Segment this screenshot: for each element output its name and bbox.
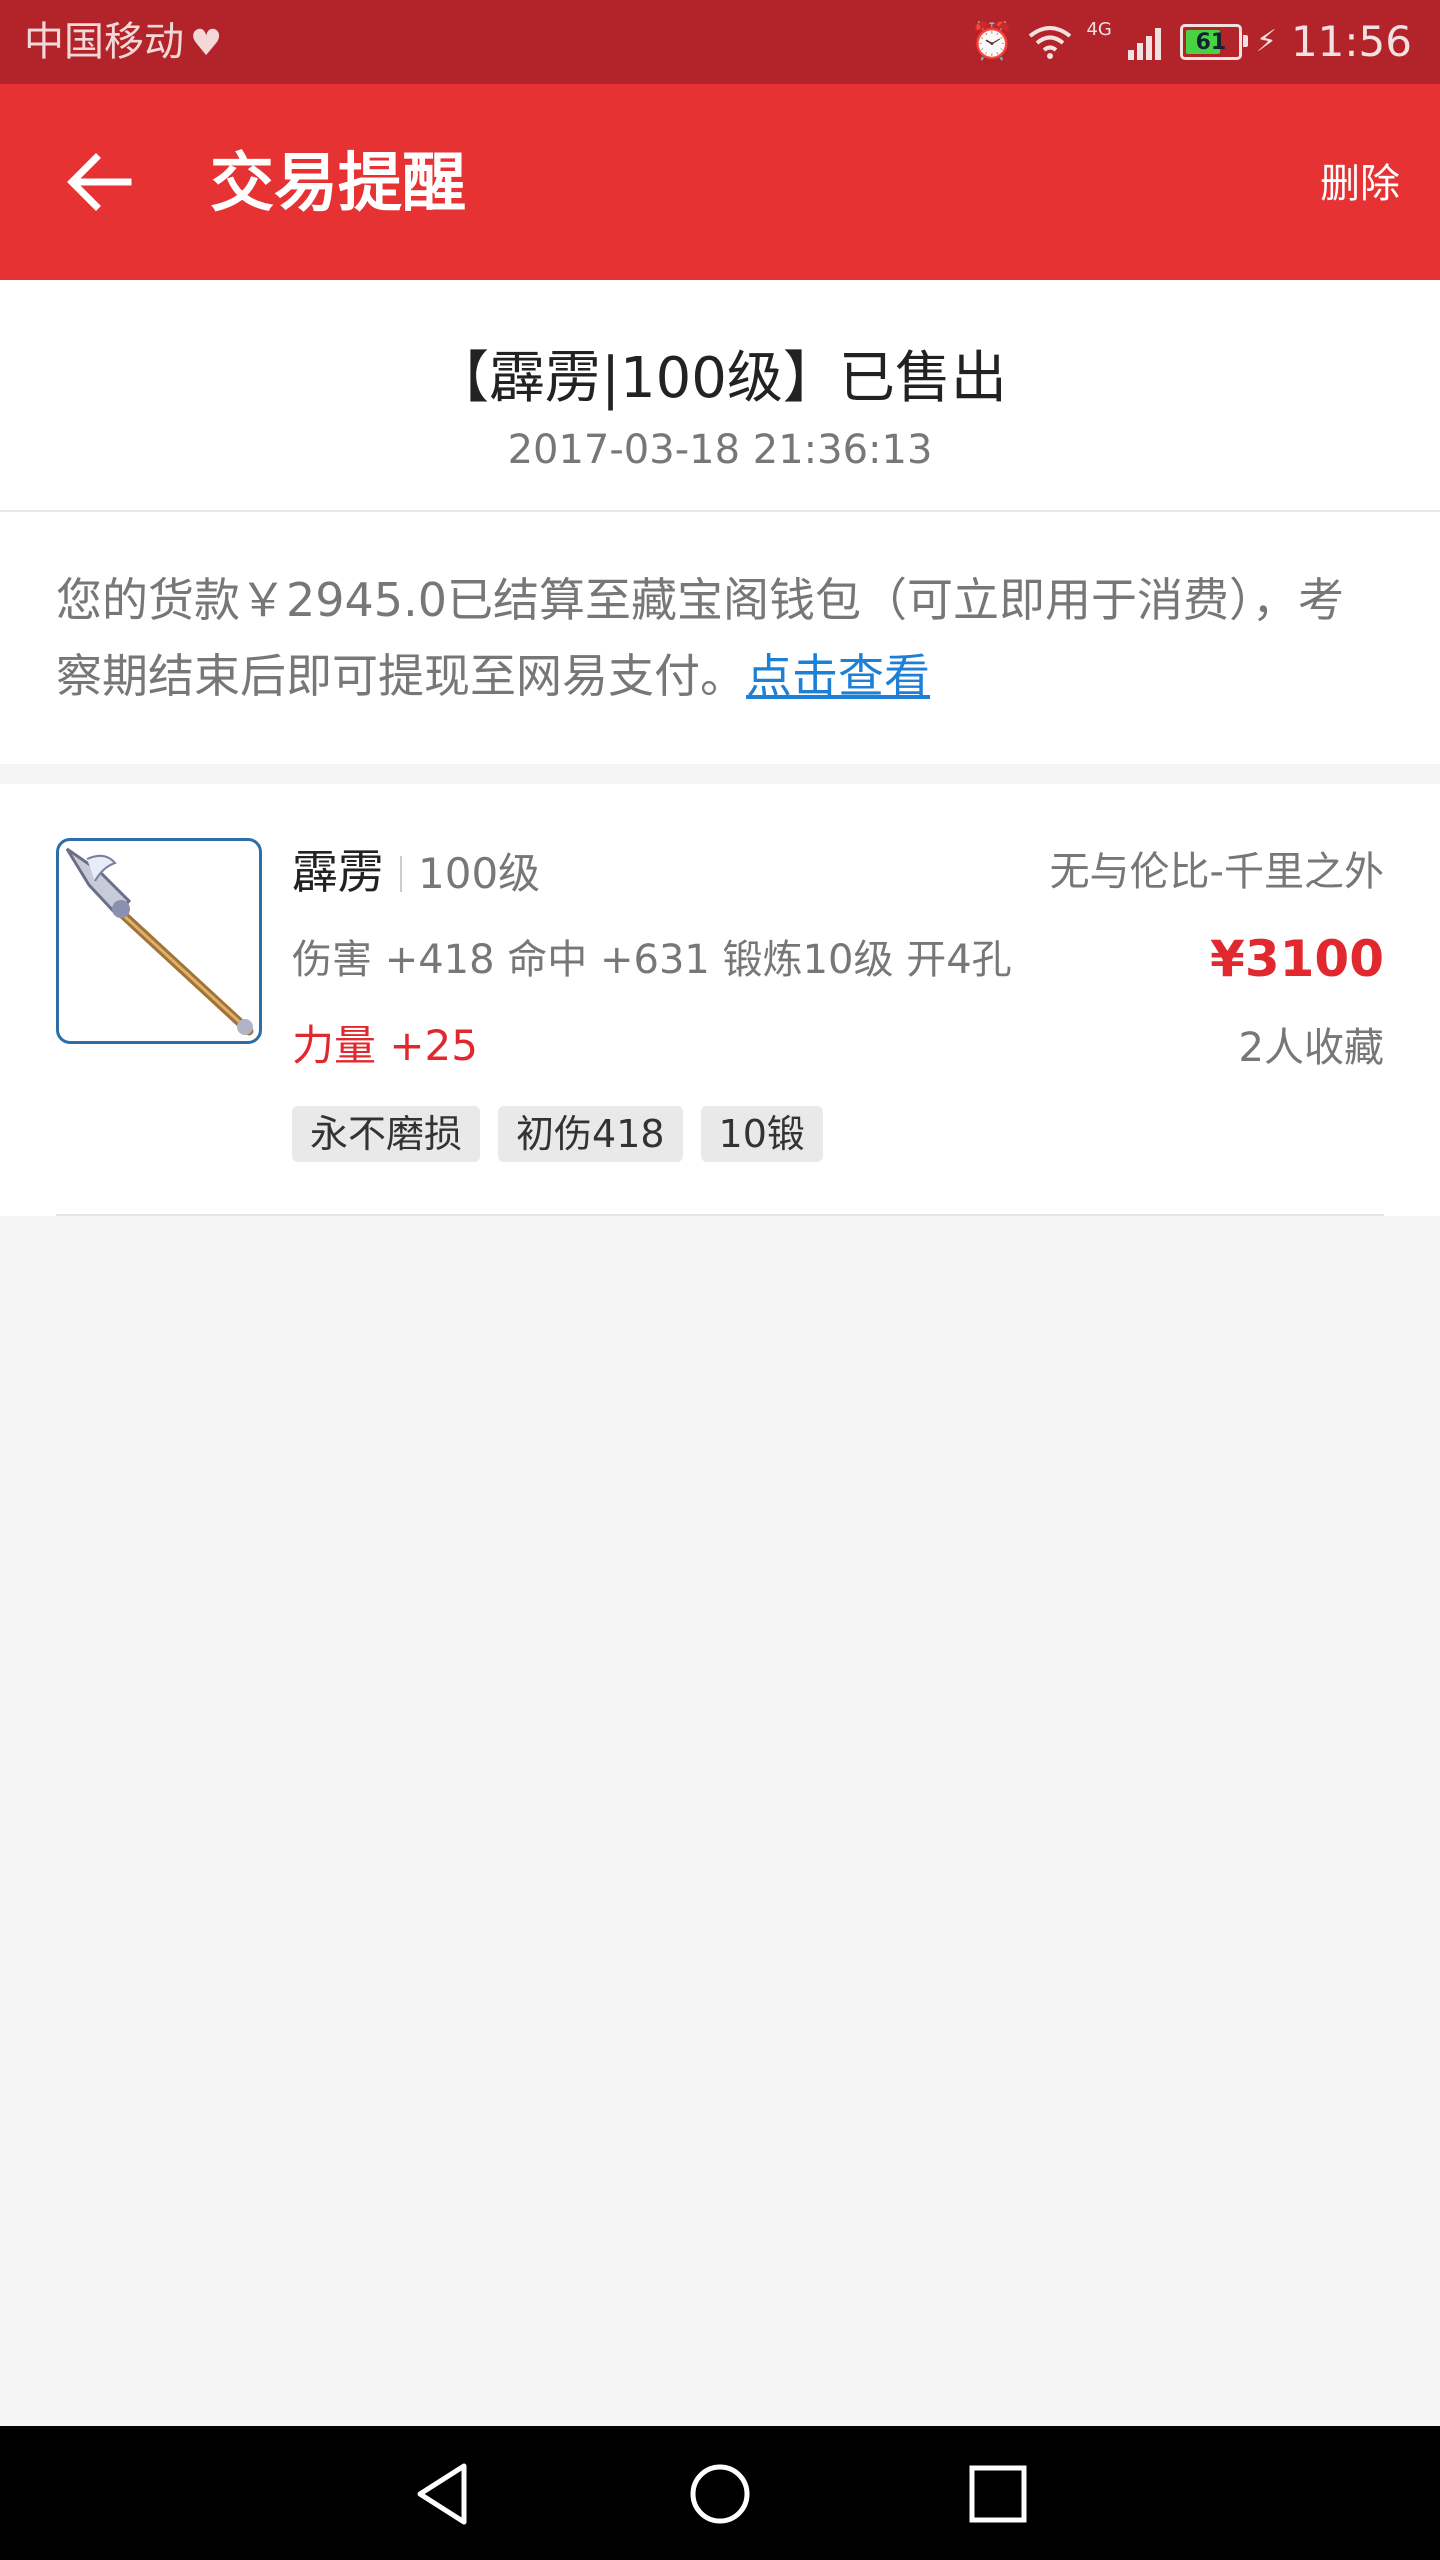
carrier-label: 中国移动 ♥ — [24, 16, 222, 70]
divider — [56, 1214, 1384, 1216]
charging-icon: ⚡ — [1255, 24, 1277, 59]
item-title: 霹雳 100级 — [292, 840, 540, 906]
health-heart-icon: ♥ — [190, 23, 223, 64]
tag: 10锻 — [700, 1106, 823, 1162]
item-tags: 永不磨损 初伤418 10锻 — [292, 1106, 823, 1162]
system-nav-bar — [0, 2426, 1440, 2560]
tag: 初伤418 — [498, 1106, 683, 1162]
favorite-count: 2人收藏 — [1238, 1025, 1384, 1071]
weapon-thumbnail — [56, 838, 262, 1044]
notice-message-text: 您的货款￥2945.0已结算至藏宝阁钱包（可立即用于消费），考察期结束后即可提现… — [56, 573, 1344, 703]
alarm-icon: ⏰ — [969, 21, 1015, 62]
item-level: 100级 — [418, 849, 541, 898]
status-bar: 中国移动 ♥ ⏰ 4G 61 ⚡ 11:56 — [0, 0, 1440, 84]
view-details-link[interactable]: 点击查看 — [746, 649, 930, 703]
back-arrow-icon[interactable] — [58, 140, 142, 224]
server-name: 无与伦比-千里之外 — [1049, 849, 1384, 895]
battery-level: 61 — [1195, 29, 1227, 55]
tag: 永不磨损 — [292, 1106, 481, 1162]
wifi-icon — [1029, 26, 1072, 59]
delete-button[interactable]: 删除 — [1320, 154, 1400, 214]
item-card[interactable]: 霹雳 100级 无与伦比-千里之外 伤害 +418 命中 +631 锻炼10级 开… — [0, 784, 1440, 1216]
item-stats: 伤害 +418 命中 +631 锻炼10级 开4孔 — [292, 937, 1012, 983]
notice-body: 您的货款￥2945.0已结算至藏宝阁钱包（可立即用于消费），考察期结束后即可提现… — [0, 512, 1440, 764]
status-icons: ⏰ 4G 61 ⚡ 11:56 — [970, 14, 1412, 70]
network-type: 4G — [1086, 19, 1112, 40]
app-bar: 交易提醒 删除 — [0, 84, 1440, 280]
page-title: 交易提醒 — [210, 147, 466, 221]
nav-home-icon[interactable] — [684, 2458, 756, 2530]
nav-back-icon[interactable] — [406, 2458, 478, 2530]
battery-icon: 61 — [1179, 24, 1248, 60]
item-name: 霹雳 — [292, 845, 384, 899]
notice-timestamp: 2017-03-18 21:36:13 — [507, 427, 933, 473]
notice-header: 【霹雳|100级】已售出 2017-03-18 21:36:13 — [0, 280, 1440, 512]
item-attribute: 力量 +25 — [292, 1021, 478, 1070]
spear-weapon-icon — [65, 847, 254, 1036]
carrier-name: 中国移动 — [24, 19, 184, 65]
nav-recents-icon[interactable] — [962, 2458, 1034, 2530]
clock: 11:56 — [1290, 17, 1412, 66]
item-price: ¥3100 — [1210, 930, 1384, 988]
notice-message: 您的货款￥2945.0已结算至藏宝阁钱包（可立即用于消费），考察期结束后即可提现… — [56, 562, 1356, 714]
signal-icon — [1127, 28, 1161, 60]
divider — [400, 856, 402, 892]
notice-title: 【霹雳|100级】已售出 — [433, 346, 1007, 411]
